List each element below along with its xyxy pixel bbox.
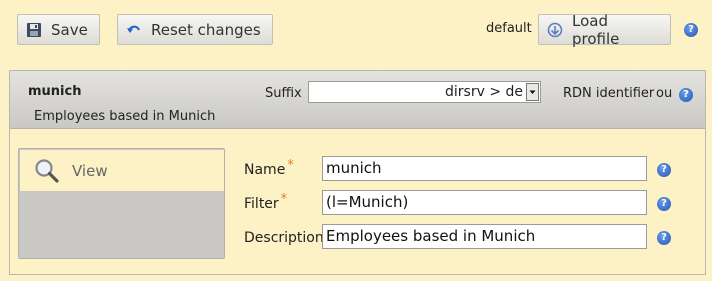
floppy-disk-icon xyxy=(26,22,42,38)
profile-name: default xyxy=(486,21,532,36)
magnifier-icon xyxy=(34,158,60,184)
load-profile-label: Load profile xyxy=(572,11,620,48)
chevron-down-icon[interactable] xyxy=(526,83,539,101)
help-icon[interactable]: ? xyxy=(679,88,693,102)
sidebar: View xyxy=(18,148,225,259)
required-marker: * xyxy=(287,158,294,173)
load-profile-button[interactable]: Load profile xyxy=(538,11,671,48)
panel-header: munich Employees based in Munich Suffix … xyxy=(10,71,705,129)
name-field[interactable]: munich xyxy=(322,156,647,181)
rdn-identifier-label: RDN identifier xyxy=(563,86,655,101)
save-button[interactable]: Save xyxy=(17,14,100,45)
reset-changes-label: Reset changes xyxy=(151,20,261,39)
object-panel: munich Employees based in Munich Suffix … xyxy=(9,70,706,275)
suffix-selected-value: dirsrv > de xyxy=(445,84,523,100)
load-profile-icon xyxy=(547,22,563,38)
description-label: Description xyxy=(244,230,324,246)
sidebar-item-view[interactable]: View xyxy=(20,150,225,191)
help-icon[interactable]: ? xyxy=(657,197,671,211)
help-icon[interactable]: ? xyxy=(657,163,671,177)
reset-changes-button[interactable]: Reset changes xyxy=(117,14,273,45)
name-label: Name * xyxy=(244,158,294,178)
filter-label: Filter * xyxy=(244,192,288,212)
save-button-label: Save xyxy=(51,20,88,39)
required-marker: * xyxy=(280,192,288,207)
sidebar-item-label: View xyxy=(72,161,108,180)
suffix-select[interactable]: dirsrv > de xyxy=(308,81,541,103)
rdn-identifier-value: ou xyxy=(656,86,673,101)
help-icon[interactable]: ? xyxy=(684,23,698,37)
description-field[interactable]: Employees based in Munich xyxy=(322,224,647,249)
object-title: munich xyxy=(28,84,82,99)
filter-field[interactable]: (l=Munich) xyxy=(322,190,647,215)
object-description: Employees based in Munich xyxy=(34,109,216,124)
undo-icon xyxy=(126,22,142,38)
help-icon[interactable]: ? xyxy=(657,231,671,245)
suffix-label: Suffix xyxy=(265,86,302,101)
